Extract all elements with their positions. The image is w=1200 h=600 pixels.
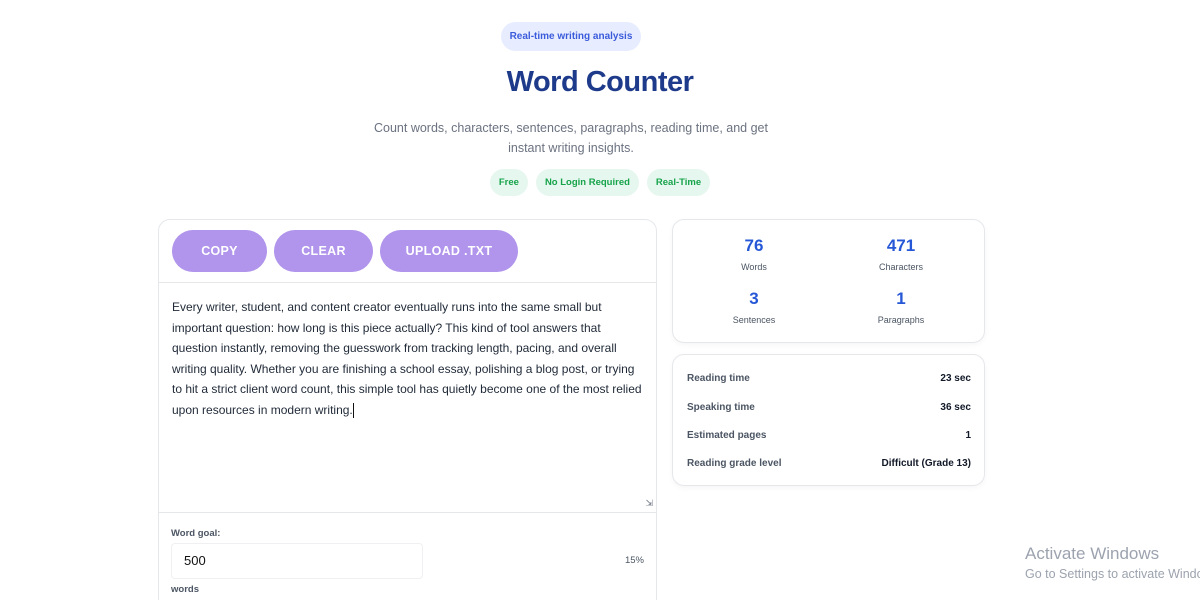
metric-label: Estimated pages <box>687 430 767 441</box>
tag-real-time: Real-Time <box>646 169 711 196</box>
upload-txt-button[interactable]: UPLOAD .TXT <box>380 230 518 272</box>
metric-label: Speaking time <box>687 402 755 413</box>
watermark-subtitle: Go to Settings to activate Windows. <box>1025 567 1200 581</box>
page-subtitle: Count words, characters, sentences, para… <box>374 121 768 155</box>
stat-sentences-label: Sentences <box>732 315 776 325</box>
editor-card: COPY CLEAR UPLOAD .TXT Every writer, stu… <box>158 219 657 600</box>
stat-characters-value: 471 <box>886 236 916 255</box>
page-title: Word Counter <box>506 66 694 98</box>
metric-estimated-pages: Estimated pages 1 <box>687 430 971 446</box>
metric-value: 23 sec <box>940 373 971 384</box>
stat-words: 76 Words <box>679 236 829 272</box>
stat-words-label: Words <box>741 262 767 272</box>
editor-toolbar: COPY CLEAR UPLOAD .TXT <box>159 220 656 283</box>
metric-label: Reading grade level <box>687 458 782 469</box>
stat-paragraphs: 1 Paragraphs <box>826 289 976 325</box>
stat-paragraphs-value: 1 <box>896 289 906 308</box>
activate-windows-watermark: Activate Windows Go to Settings to activ… <box>1025 543 1200 585</box>
stats-card: 76 Words 471 Characters 3 Sentences 1 Pa… <box>672 219 985 343</box>
metric-value: 36 sec <box>940 402 971 413</box>
stat-characters-label: Characters <box>878 262 923 272</box>
metric-value: 1 <box>965 430 971 441</box>
stat-paragraphs-label: Paragraphs <box>877 315 925 325</box>
stat-characters: 471 Characters <box>826 236 976 272</box>
copy-button[interactable]: COPY <box>172 230 267 272</box>
metrics-card: Reading time 23 sec Speaking time 36 sec… <box>672 354 985 486</box>
metric-speaking-time: Speaking time 36 sec <box>687 402 971 418</box>
stat-words-value: 76 <box>744 236 764 255</box>
watermark-title: Activate Windows <box>1025 544 1160 563</box>
tag-list: Free No Login Required Real-Time <box>0 169 1200 196</box>
stat-sentences: 3 Sentences <box>679 289 829 325</box>
metric-value: Difficult (Grade 13) <box>881 458 971 469</box>
editor-text: Every writer, student, and content creat… <box>172 300 642 417</box>
metric-reading-grade: Reading grade level Difficult (Grade 13) <box>687 458 971 474</box>
word-goal-unit: words <box>171 584 199 595</box>
metric-reading-time: Reading time 23 sec <box>687 373 971 389</box>
tag-free: Free <box>489 169 528 196</box>
feature-pill: Real-time writing analysis <box>501 22 641 51</box>
word-goal-percent: 15% <box>624 555 644 566</box>
stat-sentences-value: 3 <box>749 289 759 308</box>
word-goal-label: Word goal: <box>171 528 221 539</box>
tag-no-login: No Login Required <box>535 169 639 196</box>
resize-handle-icon[interactable]: ⇲ <box>645 499 653 508</box>
text-caret <box>352 402 354 418</box>
word-goal-input[interactable]: 500 <box>171 543 423 579</box>
clear-button[interactable]: CLEAR <box>274 230 373 272</box>
text-input-area[interactable]: Every writer, student, and content creat… <box>159 284 656 513</box>
metric-label: Reading time <box>687 373 750 384</box>
